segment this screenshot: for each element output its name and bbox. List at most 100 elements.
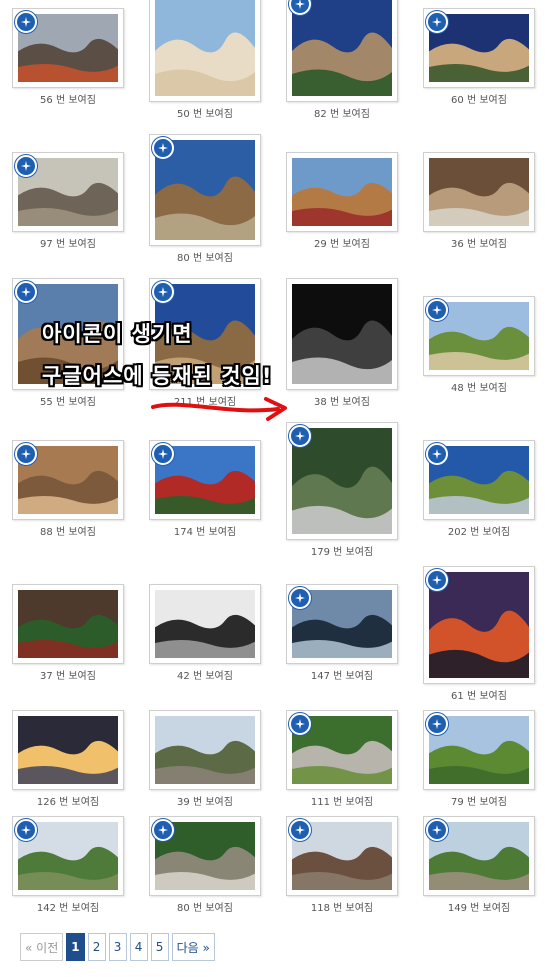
- gallery-item[interactable]: 50 번 보여짐: [149, 0, 261, 120]
- red-arrow-annotation: [151, 397, 287, 421]
- next-page-button[interactable]: 다음 »: [171, 933, 215, 961]
- view-count-caption: 88 번 보여짐: [40, 527, 96, 538]
- google-earth-badge-icon: [15, 155, 37, 177]
- photo-thumbnail[interactable]: [149, 816, 261, 896]
- photo-thumbnail[interactable]: [286, 0, 398, 102]
- google-earth-badge-icon: [15, 11, 37, 33]
- view-count-caption: 118 번 보여짐: [310, 903, 374, 914]
- google-earth-badge-icon: [15, 819, 37, 841]
- view-count-caption: 48 번 보여짐: [451, 383, 507, 394]
- google-earth-badge-icon: [426, 299, 448, 321]
- gallery-item[interactable]: 36 번 보여짐: [423, 152, 535, 250]
- photo-thumbnail[interactable]: [12, 710, 124, 790]
- gallery-item[interactable]: 79 번 보여짐: [423, 710, 535, 808]
- photo-thumbnail[interactable]: [423, 710, 535, 790]
- view-count-caption: 29 번 보여짐: [314, 239, 370, 250]
- photo-thumbnail[interactable]: [149, 134, 261, 246]
- view-count-caption: 97 번 보여짐: [40, 239, 96, 250]
- gallery-item[interactable]: 37 번 보여짐: [12, 584, 124, 682]
- gallery-item[interactable]: 29 번 보여짐: [286, 152, 398, 250]
- google-earth-badge-icon: [152, 137, 174, 159]
- view-count-caption: 39 번 보여짐: [177, 797, 233, 808]
- photo-thumbnail[interactable]: [423, 440, 535, 520]
- prev-page-button[interactable]: « 이전: [20, 933, 64, 961]
- view-count-caption: 202 번 보여짐: [447, 527, 511, 538]
- view-count-caption: 80 번 보여짐: [177, 253, 233, 264]
- google-earth-badge-icon: [15, 281, 37, 303]
- gallery-item[interactable]: 38 번 보여짐: [286, 278, 398, 408]
- gallery-item[interactable]: 80 번 보여짐: [149, 134, 261, 264]
- photo-thumbnail[interactable]: [286, 278, 398, 390]
- gallery-item[interactable]: 149 번 보여짐: [423, 816, 535, 914]
- page-4-button[interactable]: 4: [129, 933, 148, 961]
- photo-thumbnail[interactable]: [286, 422, 398, 540]
- view-count-caption: 55 번 보여짐: [40, 397, 96, 408]
- page-1-button[interactable]: 1: [66, 933, 85, 961]
- photo-thumbnail[interactable]: [12, 152, 124, 232]
- gallery-item[interactable]: 147 번 보여짐: [286, 584, 398, 682]
- page-2-button[interactable]: 2: [87, 933, 106, 961]
- photo-thumbnail[interactable]: [286, 816, 398, 896]
- view-count-caption: 174 번 보여짐: [173, 527, 237, 538]
- photo-thumbnail[interactable]: [12, 816, 124, 896]
- photo-thumbnail[interactable]: [423, 152, 535, 232]
- google-earth-badge-icon: [152, 443, 174, 465]
- photo-thumbnail[interactable]: [423, 566, 535, 684]
- view-count-caption: 60 번 보여짐: [451, 95, 507, 106]
- view-count-caption: 61 번 보여짐: [451, 691, 507, 702]
- photo-thumbnail[interactable]: [149, 0, 261, 102]
- photo-thumbnail[interactable]: [423, 816, 535, 896]
- photo-thumbnail[interactable]: [149, 710, 261, 790]
- photo-thumbnail[interactable]: [149, 584, 261, 664]
- google-earth-badge-icon: [289, 587, 311, 609]
- view-count-caption: 149 번 보여짐: [447, 903, 511, 914]
- google-earth-badge-icon: [15, 443, 37, 465]
- gallery-item[interactable]: 202 번 보여짐: [423, 440, 535, 538]
- photo-thumbnail[interactable]: [12, 8, 124, 88]
- gallery-item[interactable]: 56 번 보여짐: [12, 8, 124, 106]
- gallery-item[interactable]: 61 번 보여짐: [423, 566, 535, 702]
- photo-thumbnail[interactable]: [149, 440, 261, 520]
- photo-thumbnail[interactable]: [12, 440, 124, 520]
- gallery-item[interactable]: 82 번 보여짐: [286, 0, 398, 120]
- google-earth-badge-icon: [289, 713, 311, 735]
- google-earth-badge-icon: [426, 569, 448, 591]
- gallery-item[interactable]: 179 번 보여짐: [286, 422, 398, 558]
- google-earth-badge-icon: [152, 281, 174, 303]
- gallery-item[interactable]: 48 번 보여짐: [423, 296, 535, 394]
- gallery-item[interactable]: 80 번 보여짐: [149, 816, 261, 914]
- photo-thumbnail[interactable]: [286, 152, 398, 232]
- view-count-caption: 42 번 보여짐: [177, 671, 233, 682]
- view-count-caption: 38 번 보여짐: [314, 397, 370, 408]
- gallery-item[interactable]: 126 번 보여짐: [12, 710, 124, 808]
- view-count-caption: 179 번 보여짐: [310, 547, 374, 558]
- view-count-caption: 142 번 보여짐: [36, 903, 100, 914]
- gallery-item[interactable]: 97 번 보여짐: [12, 152, 124, 250]
- gallery-item[interactable]: 174 번 보여짐: [149, 440, 261, 538]
- annotation-line-1: 아이콘이 생기면: [42, 322, 193, 346]
- photo-thumbnail[interactable]: [12, 584, 124, 664]
- view-count-caption: 36 번 보여짐: [451, 239, 507, 250]
- google-earth-badge-icon: [426, 443, 448, 465]
- gallery-item[interactable]: 60 번 보여짐: [423, 8, 535, 106]
- photo-thumbnail[interactable]: [286, 710, 398, 790]
- gallery-item[interactable]: 118 번 보여짐: [286, 816, 398, 914]
- gallery-item[interactable]: 39 번 보여짐: [149, 710, 261, 808]
- google-earth-badge-icon: [426, 11, 448, 33]
- view-count-caption: 56 번 보여짐: [40, 95, 96, 106]
- photo-thumbnail[interactable]: [423, 296, 535, 376]
- view-count-caption: 79 번 보여짐: [451, 797, 507, 808]
- google-earth-badge-icon: [426, 819, 448, 841]
- google-earth-badge-icon: [426, 713, 448, 735]
- page-3-button[interactable]: 3: [108, 933, 127, 961]
- photo-thumbnail[interactable]: [286, 584, 398, 664]
- view-count-caption: 126 번 보여짐: [36, 797, 100, 808]
- gallery-item[interactable]: 111 번 보여짐: [286, 710, 398, 808]
- photo-thumbnail[interactable]: [423, 8, 535, 88]
- page-5-button[interactable]: 5: [150, 933, 169, 961]
- google-earth-badge-icon: [289, 819, 311, 841]
- gallery-item[interactable]: 142 번 보여짐: [12, 816, 124, 914]
- gallery-item[interactable]: 88 번 보여짐: [12, 440, 124, 538]
- gallery-item[interactable]: 42 번 보여짐: [149, 584, 261, 682]
- google-earth-badge-icon: [152, 819, 174, 841]
